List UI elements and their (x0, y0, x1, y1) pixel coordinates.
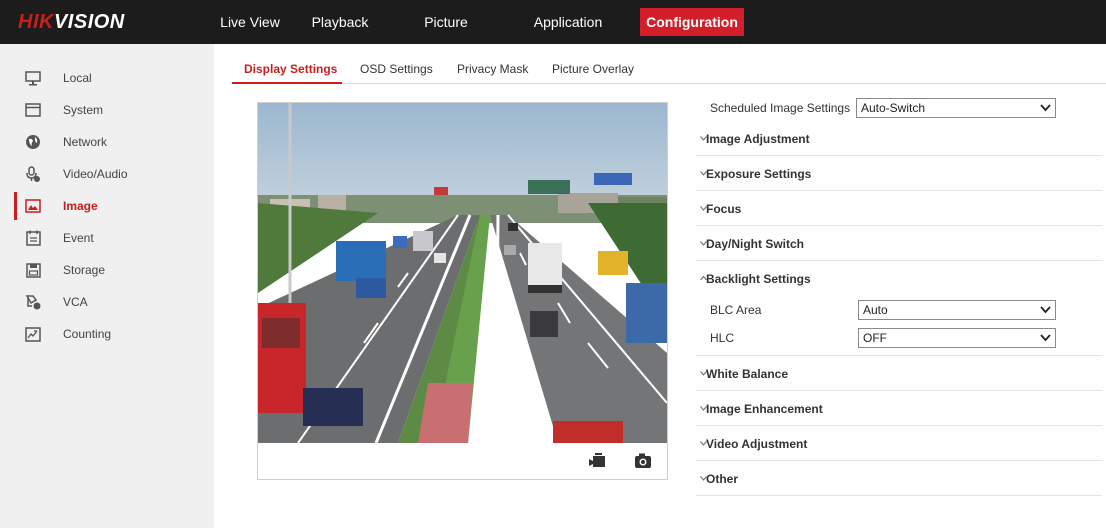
chevron-down-icon (1040, 104, 1051, 112)
section-other[interactable]: Other (696, 461, 1102, 496)
tab-playback[interactable]: Playback (284, 8, 396, 36)
hlc-select[interactable]: OFF (858, 328, 1056, 348)
subtab-display-settings[interactable]: Display Settings (244, 62, 337, 76)
hlc-label: HLC (710, 331, 735, 345)
tab-application[interactable]: Application (496, 8, 640, 36)
section-backlight-settings: Backlight Settings BLC Area Auto HLC OFF (696, 261, 1102, 356)
live-video-image[interactable] (258, 103, 667, 443)
tab-live-view[interactable]: Live View (216, 8, 284, 36)
sidebar-item-counting[interactable]: Counting (14, 320, 214, 348)
sidebar: Local System Network Video/Audio Image E… (0, 44, 214, 528)
calendar-icon (24, 229, 42, 247)
scheduled-image-settings-row: Scheduled Image Settings (710, 98, 850, 118)
section-exposure-settings[interactable]: Exposure Settings (696, 156, 1102, 191)
storage-icon (24, 261, 42, 279)
tab-configuration[interactable]: Configuration (640, 8, 744, 36)
sidebar-item-image[interactable]: Image (14, 192, 214, 220)
hikvision-logo: HIKVISION (18, 11, 125, 33)
subtab-active-indicator (232, 82, 342, 84)
chevron-down-icon (1040, 306, 1051, 314)
sidebar-item-system[interactable]: System (14, 96, 214, 124)
sidebar-item-event[interactable]: Event (14, 224, 214, 252)
sidebar-item-vca[interactable]: VCA (14, 288, 214, 316)
record-icon[interactable] (588, 452, 608, 470)
subtab-osd-settings[interactable]: OSD Settings (360, 62, 433, 76)
section-image-enhancement[interactable]: Image Enhancement (696, 391, 1102, 426)
sidebar-item-local[interactable]: Local (14, 64, 214, 92)
blc-area-select[interactable]: Auto (858, 300, 1056, 320)
snapshot-camera-icon[interactable] (633, 452, 653, 470)
section-focus[interactable]: Focus (696, 191, 1102, 226)
top-bar: HIKVISION Live View Playback Picture App… (0, 0, 1106, 44)
sidebar-item-video-audio[interactable]: Video/Audio (14, 160, 214, 188)
vca-icon (24, 293, 42, 311)
scheduled-image-settings-select[interactable]: Auto-Switch (856, 98, 1056, 118)
subtab-privacy-mask[interactable]: Privacy Mask (457, 62, 528, 76)
section-day-night-switch[interactable]: Day/Night Switch (696, 226, 1102, 261)
blc-area-label: BLC Area (710, 303, 762, 317)
section-image-adjustment[interactable]: Image Adjustment (696, 121, 1102, 156)
monitor-icon (24, 69, 42, 87)
microphone-icon (24, 165, 42, 183)
chevron-down-icon (1040, 334, 1051, 342)
video-preview (257, 102, 668, 480)
config-subtabs: Display Settings OSD Settings Privacy Ma… (232, 58, 1106, 84)
sidebar-item-network[interactable]: Network (14, 128, 214, 156)
section-video-adjustment[interactable]: Video Adjustment (696, 426, 1102, 461)
subtab-picture-overlay[interactable]: Picture Overlay (552, 62, 634, 76)
video-controls (258, 443, 667, 479)
scheduled-image-settings-label: Scheduled Image Settings (710, 101, 851, 115)
tab-picture[interactable]: Picture (396, 8, 496, 36)
main-nav: Live View Playback Picture Application C… (216, 8, 744, 36)
globe-icon (24, 133, 42, 151)
section-white-balance[interactable]: White Balance (696, 356, 1102, 391)
window-icon (24, 101, 42, 119)
sidebar-item-storage[interactable]: Storage (14, 256, 214, 284)
image-icon (24, 197, 42, 215)
counting-icon (24, 325, 42, 343)
